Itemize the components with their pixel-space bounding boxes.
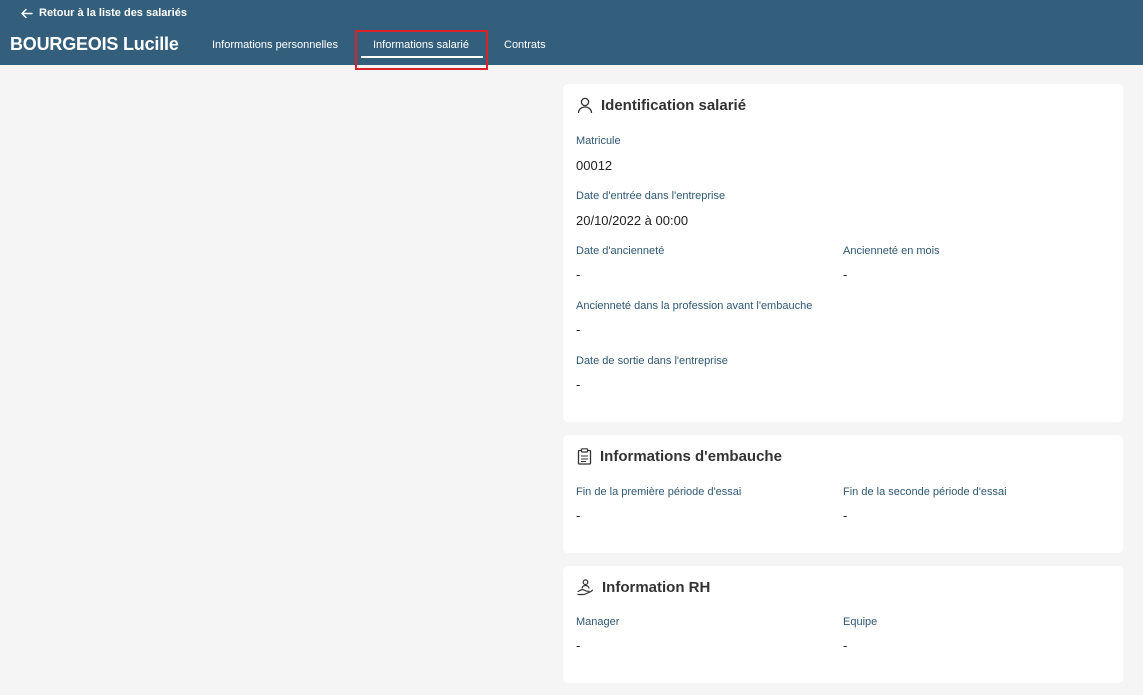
rh-card: Information RH Manager - Equipe - (563, 566, 1123, 683)
back-link-label: Retour à la liste des salariés (39, 7, 187, 19)
anciennete-profession-value: - (576, 322, 581, 337)
date-anciennete-label: Date d'ancienneté (576, 245, 665, 257)
date-anciennete-value: - (576, 267, 581, 282)
tab-informations-salarie[interactable]: Informations salarié (373, 39, 469, 51)
back-to-list-link[interactable]: Retour à la liste des salariés (20, 7, 187, 19)
anciennete-mois-value: - (843, 267, 848, 282)
equipe-label: Equipe (843, 616, 878, 628)
hand-person-icon (577, 579, 594, 596)
embauche-title: Informations d'embauche (600, 448, 782, 465)
tab-contrats[interactable]: Contrats (504, 39, 546, 51)
fin-premiere-periode-label: Fin de la première période d'essai (576, 486, 742, 498)
tab-informations-personnelles[interactable]: Informations personnelles (212, 39, 338, 51)
clipboard-icon (577, 448, 592, 465)
date-entree-value: 20/10/2022 à 00:00 (576, 213, 689, 228)
employee-name: BOURGEOIS Lucille (10, 34, 179, 54)
date-sortie-value: - (576, 377, 581, 392)
date-entree-label: Date d'entrée dans l'entreprise (576, 190, 726, 202)
manager-label: Manager (576, 616, 620, 628)
date-sortie-label: Date de sortie dans l'entreprise (576, 355, 728, 367)
identification-card: Identification salarié Matricule 00012 D… (563, 84, 1123, 422)
rh-title: Information RH (602, 579, 711, 596)
embauche-header: Informations d'embauche (577, 448, 782, 465)
matricule-value: 00012 (576, 158, 613, 173)
person-icon (577, 97, 593, 114)
manager-value: - (576, 638, 581, 653)
identification-title: Identification salarié (601, 97, 747, 114)
top-header: Retour à la liste des salariés BOURGEOIS… (0, 0, 1143, 65)
embauche-card: Informations d'embauche Fin de la premiè… (563, 435, 1123, 553)
matricule-label: Matricule (576, 135, 621, 147)
equipe-value: - (843, 638, 848, 653)
active-tab-indicator (361, 56, 483, 58)
identification-header: Identification salarié (577, 97, 746, 114)
fin-seconde-periode-value: - (843, 508, 848, 523)
fin-premiere-periode-value: - (576, 508, 581, 523)
fin-seconde-periode-label: Fin de la seconde période d'essai (843, 486, 1007, 498)
rh-header: Information RH (577, 579, 710, 596)
anciennete-mois-label: Ancienneté en mois (843, 245, 940, 257)
anciennete-profession-label: Ancienneté dans la profession avant l'em… (576, 300, 813, 312)
arrow-left-icon (21, 8, 33, 18)
